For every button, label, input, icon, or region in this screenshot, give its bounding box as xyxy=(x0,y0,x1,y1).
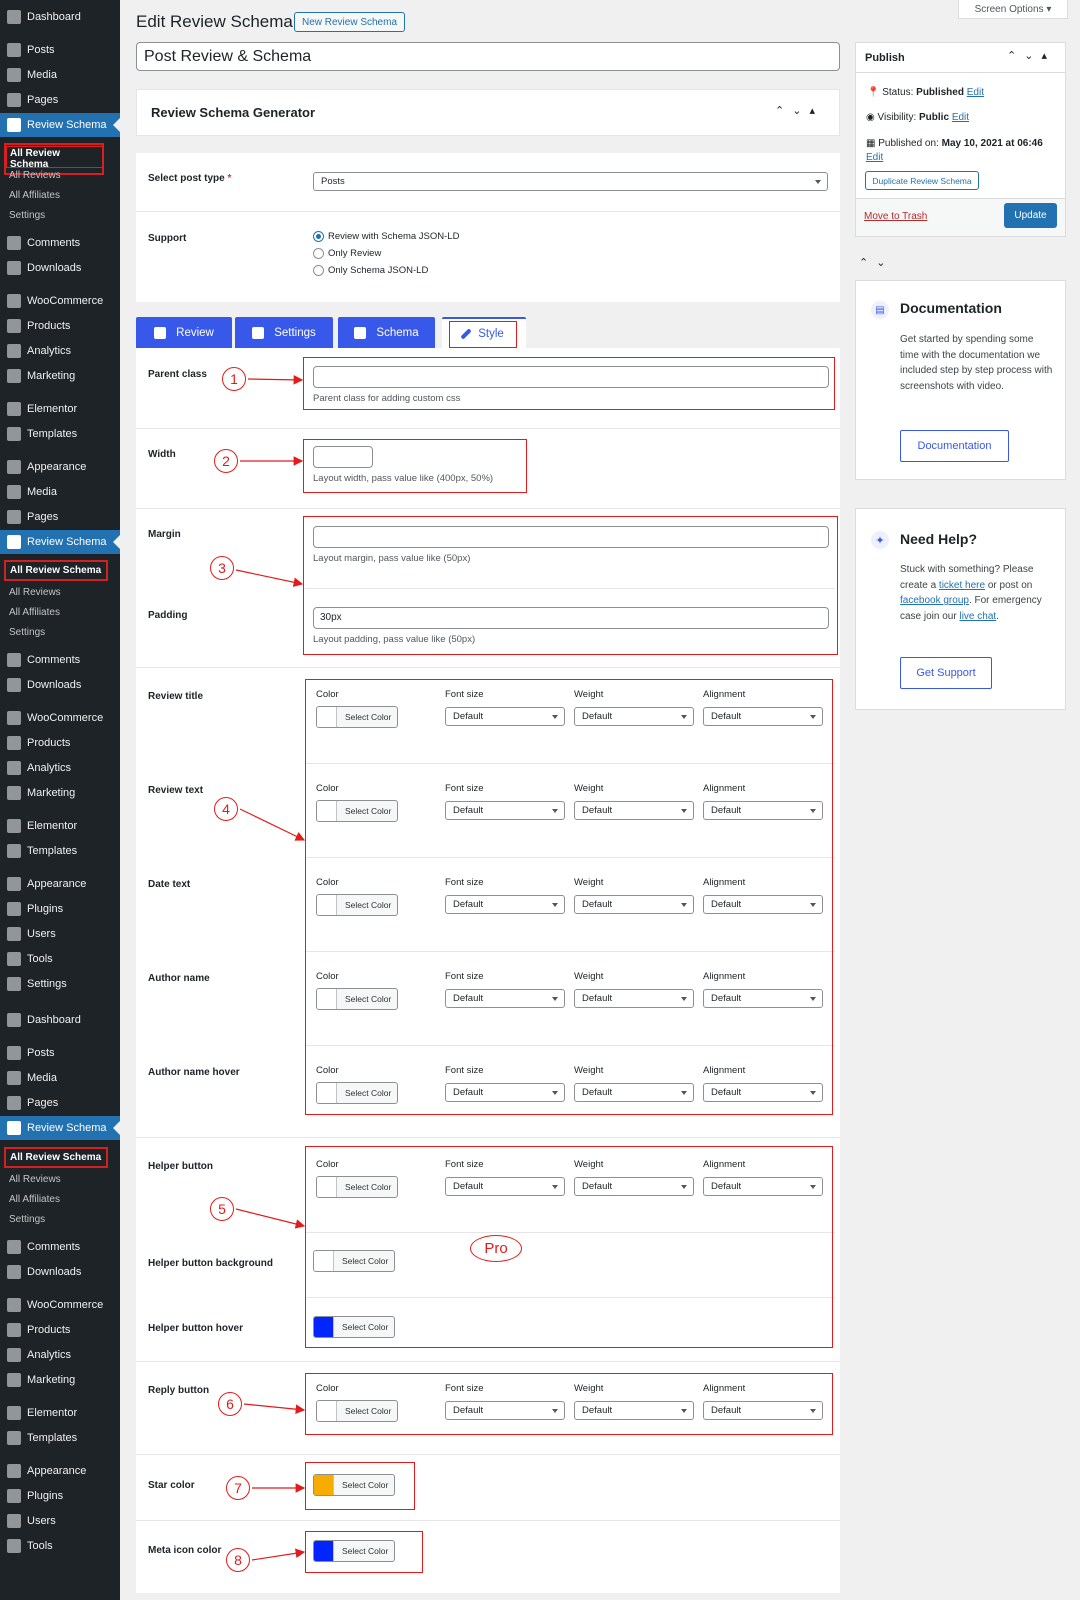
status-row: 📍 Status: Published Edit xyxy=(867,87,984,98)
annotation-number: 2 xyxy=(214,449,238,473)
annotation-number: 4 xyxy=(214,797,238,821)
lifebuoy-icon: ✦ xyxy=(871,531,889,549)
documentation-text: Get started by spending some time with t… xyxy=(900,334,1053,392)
need-help-text: Stuck with something? Please create a ti… xyxy=(900,564,1042,622)
get-support-button[interactable]: Get Support xyxy=(900,657,992,689)
visibility-row: ◉ Visibility: Public Edit xyxy=(866,112,970,123)
annotation-number: 7 xyxy=(226,1476,250,1500)
live-chat-link[interactable]: live chat xyxy=(959,611,996,622)
publish-controls[interactable]: ⌃⌄▴ xyxy=(1007,49,1055,62)
annotation-number: 1 xyxy=(222,367,246,391)
annotation-number: 5 xyxy=(210,1197,234,1221)
annotation-arrows xyxy=(235,375,306,1561)
documentation-button[interactable]: Documentation xyxy=(900,430,1009,462)
update-button[interactable]: Update xyxy=(1004,203,1057,228)
sidebar-collapse-controls[interactable]: ⌃⌄ xyxy=(859,256,893,269)
published-on-row: ▦ Published on: May 10, 2021 at 06:46 Edi… xyxy=(866,138,1043,163)
need-help-title: Need Help? xyxy=(900,531,978,547)
duplicate-button[interactable]: Duplicate Review Schema xyxy=(865,171,979,190)
annotation-number: 3 xyxy=(210,556,234,580)
need-help-box: ✦ Need Help? Stuck with something? Pleas… xyxy=(855,508,1066,710)
document-icon: ▤ xyxy=(871,301,889,319)
pro-badge: Pro xyxy=(470,1235,522,1262)
status-edit-link[interactable]: Edit xyxy=(967,87,984,98)
annotation-number: 8 xyxy=(226,1548,250,1572)
facebook-group-link[interactable]: facebook group xyxy=(900,595,969,606)
documentation-title: Documentation xyxy=(900,300,1002,316)
date-edit-link[interactable]: Edit xyxy=(866,152,883,163)
annotation-number: 6 xyxy=(218,1392,242,1416)
ticket-link[interactable]: ticket here xyxy=(939,580,985,591)
documentation-box: ▤ Documentation Get started by spending … xyxy=(855,280,1066,480)
publish-box: Publish ⌃⌄▴ 📍 Status: Published Edit ◉ V… xyxy=(855,42,1066,237)
publish-title: Publish xyxy=(865,52,905,64)
move-to-trash-link[interactable]: Move to Trash xyxy=(864,211,927,222)
visibility-edit-link[interactable]: Edit xyxy=(952,112,969,123)
